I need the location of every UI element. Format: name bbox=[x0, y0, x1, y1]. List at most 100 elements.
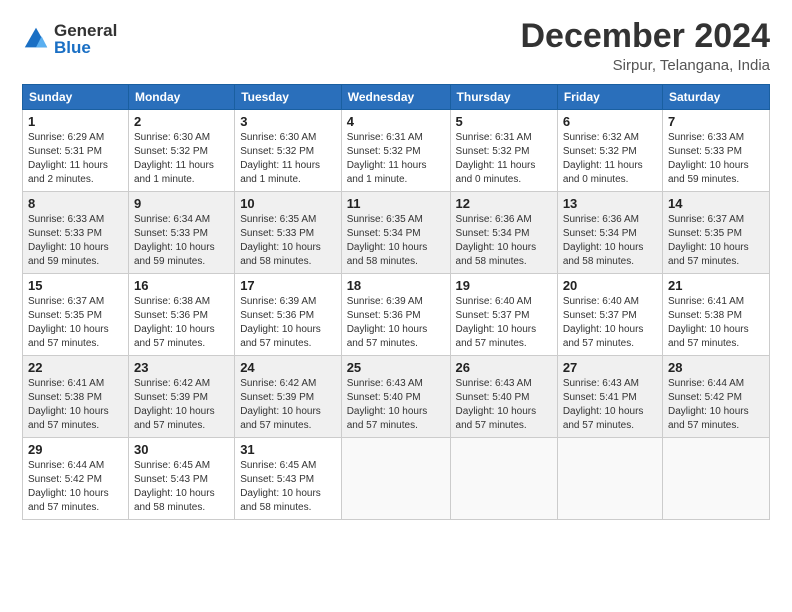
day-cell: 2 Sunrise: 6:30 AMSunset: 5:32 PMDaylight… bbox=[128, 110, 234, 192]
day-info: Sunrise: 6:43 AMSunset: 5:40 PMDaylight:… bbox=[456, 377, 552, 433]
day-info: Sunrise: 6:31 AMSunset: 5:32 PMDaylight:… bbox=[456, 131, 552, 187]
day-number: 13 bbox=[563, 196, 657, 211]
logo-icon bbox=[22, 25, 50, 53]
col-monday: Monday bbox=[128, 85, 234, 110]
logo-general: General bbox=[54, 22, 117, 39]
day-info: Sunrise: 6:40 AMSunset: 5:37 PMDaylight:… bbox=[563, 295, 657, 351]
day-cell: 7 Sunrise: 6:33 AMSunset: 5:33 PMDaylight… bbox=[662, 110, 769, 192]
day-cell: 1 Sunrise: 6:29 AMSunset: 5:31 PMDaylight… bbox=[23, 110, 129, 192]
day-cell: 31Sunrise: 6:45 AMSunset: 5:43 PMDayligh… bbox=[235, 438, 342, 520]
day-info: Sunrise: 6:42 AMSunset: 5:39 PMDaylight:… bbox=[240, 377, 336, 433]
day-info: Sunrise: 6:33 AMSunset: 5:33 PMDaylight:… bbox=[668, 131, 764, 187]
col-friday: Friday bbox=[557, 85, 662, 110]
col-tuesday: Tuesday bbox=[235, 85, 342, 110]
day-number: 1 bbox=[28, 114, 123, 129]
week-row-1: 1 Sunrise: 6:29 AMSunset: 5:31 PMDaylight… bbox=[23, 110, 770, 192]
day-cell: 25 Sunrise: 6:43 AMSunset: 5:40 PMDayligh… bbox=[341, 356, 450, 438]
day-cell: 26Sunrise: 6:43 AMSunset: 5:40 PMDayligh… bbox=[450, 356, 557, 438]
day-info: Sunrise: 6:30 AMSunset: 5:32 PMDaylight:… bbox=[134, 131, 229, 187]
day-info: Sunrise: 6:44 AMSunset: 5:42 PMDaylight:… bbox=[28, 459, 123, 515]
day-number: 15 bbox=[28, 278, 123, 293]
day-info: Sunrise: 6:40 AMSunset: 5:37 PMDaylight:… bbox=[456, 295, 552, 351]
day-cell: 12 Sunrise: 6:36 AMSunset: 5:34 PMDayligh… bbox=[450, 192, 557, 274]
day-info: Sunrise: 6:33 AMSunset: 5:33 PMDaylight:… bbox=[28, 213, 123, 269]
day-info: Sunrise: 6:43 AMSunset: 5:41 PMDaylight:… bbox=[563, 377, 657, 433]
logo-blue: Blue bbox=[54, 39, 117, 56]
week-row-5: 29Sunrise: 6:44 AMSunset: 5:42 PMDayligh… bbox=[23, 438, 770, 520]
day-info: Sunrise: 6:39 AMSunset: 5:36 PMDaylight:… bbox=[347, 295, 445, 351]
header: General Blue December 2024 Sirpur, Telan… bbox=[22, 18, 770, 74]
day-cell: 29Sunrise: 6:44 AMSunset: 5:42 PMDayligh… bbox=[23, 438, 129, 520]
header-row: Sunday Monday Tuesday Wednesday Thursday… bbox=[23, 85, 770, 110]
day-cell bbox=[341, 438, 450, 520]
day-cell: 23Sunrise: 6:42 AMSunset: 5:39 PMDayligh… bbox=[128, 356, 234, 438]
day-cell: 30 Sunrise: 6:45 AMSunset: 5:43 PMDayligh… bbox=[128, 438, 234, 520]
day-info: Sunrise: 6:30 AMSunset: 5:32 PMDaylight:… bbox=[240, 131, 336, 187]
day-cell: 13 Sunrise: 6:36 AMSunset: 5:34 PMDayligh… bbox=[557, 192, 662, 274]
day-number: 21 bbox=[668, 278, 764, 293]
day-number: 4 bbox=[347, 114, 445, 129]
page: General Blue December 2024 Sirpur, Telan… bbox=[0, 0, 792, 612]
day-info: Sunrise: 6:45 AMSunset: 5:43 PMDaylight:… bbox=[240, 459, 336, 515]
day-info: Sunrise: 6:38 AMSunset: 5:36 PMDaylight:… bbox=[134, 295, 229, 351]
day-number: 14 bbox=[668, 196, 764, 211]
day-number: 9 bbox=[134, 196, 229, 211]
day-cell: 5Sunrise: 6:31 AMSunset: 5:32 PMDaylight… bbox=[450, 110, 557, 192]
day-info: Sunrise: 6:45 AMSunset: 5:43 PMDaylight:… bbox=[134, 459, 229, 515]
day-info: Sunrise: 6:34 AMSunset: 5:33 PMDaylight:… bbox=[134, 213, 229, 269]
day-number: 8 bbox=[28, 196, 123, 211]
day-number: 12 bbox=[456, 196, 552, 211]
day-number: 22 bbox=[28, 360, 123, 375]
day-info: Sunrise: 6:36 AMSunset: 5:34 PMDaylight:… bbox=[456, 213, 552, 269]
day-info: Sunrise: 6:29 AMSunset: 5:31 PMDaylight:… bbox=[28, 131, 123, 187]
day-info: Sunrise: 6:35 AMSunset: 5:34 PMDaylight:… bbox=[347, 213, 445, 269]
day-info: Sunrise: 6:32 AMSunset: 5:32 PMDaylight:… bbox=[563, 131, 657, 187]
day-number: 2 bbox=[134, 114, 229, 129]
day-number: 7 bbox=[668, 114, 764, 129]
day-number: 10 bbox=[240, 196, 336, 211]
day-cell: 9 Sunrise: 6:34 AMSunset: 5:33 PMDaylight… bbox=[128, 192, 234, 274]
week-row-3: 15 Sunrise: 6:37 AMSunset: 5:35 PMDayligh… bbox=[23, 274, 770, 356]
col-wednesday: Wednesday bbox=[341, 85, 450, 110]
day-cell: 3 Sunrise: 6:30 AMSunset: 5:32 PMDaylight… bbox=[235, 110, 342, 192]
day-cell: 19Sunrise: 6:40 AMSunset: 5:37 PMDayligh… bbox=[450, 274, 557, 356]
day-number: 3 bbox=[240, 114, 336, 129]
day-cell: 28Sunrise: 6:44 AMSunset: 5:42 PMDayligh… bbox=[662, 356, 769, 438]
day-cell: 27 Sunrise: 6:43 AMSunset: 5:41 PMDayligh… bbox=[557, 356, 662, 438]
day-cell: 20Sunrise: 6:40 AMSunset: 5:37 PMDayligh… bbox=[557, 274, 662, 356]
logo-text: General Blue bbox=[54, 22, 117, 56]
day-number: 27 bbox=[563, 360, 657, 375]
day-cell: 24 Sunrise: 6:42 AMSunset: 5:39 PMDayligh… bbox=[235, 356, 342, 438]
day-number: 23 bbox=[134, 360, 229, 375]
day-number: 16 bbox=[134, 278, 229, 293]
day-number: 24 bbox=[240, 360, 336, 375]
day-number: 17 bbox=[240, 278, 336, 293]
day-number: 6 bbox=[563, 114, 657, 129]
day-cell: 11 Sunrise: 6:35 AMSunset: 5:34 PMDayligh… bbox=[341, 192, 450, 274]
day-cell: 18Sunrise: 6:39 AMSunset: 5:36 PMDayligh… bbox=[341, 274, 450, 356]
day-cell bbox=[662, 438, 769, 520]
day-info: Sunrise: 6:39 AMSunset: 5:36 PMDaylight:… bbox=[240, 295, 336, 351]
month-title: December 2024 bbox=[520, 18, 770, 55]
day-cell bbox=[557, 438, 662, 520]
day-cell: 8 Sunrise: 6:33 AMSunset: 5:33 PMDaylight… bbox=[23, 192, 129, 274]
day-info: Sunrise: 6:43 AMSunset: 5:40 PMDaylight:… bbox=[347, 377, 445, 433]
day-info: Sunrise: 6:37 AMSunset: 5:35 PMDaylight:… bbox=[668, 213, 764, 269]
day-cell: 16 Sunrise: 6:38 AMSunset: 5:36 PMDayligh… bbox=[128, 274, 234, 356]
day-number: 11 bbox=[347, 196, 445, 211]
col-saturday: Saturday bbox=[662, 85, 769, 110]
day-info: Sunrise: 6:37 AMSunset: 5:35 PMDaylight:… bbox=[28, 295, 123, 351]
day-cell bbox=[450, 438, 557, 520]
day-cell: 10Sunrise: 6:35 AMSunset: 5:33 PMDayligh… bbox=[235, 192, 342, 274]
col-sunday: Sunday bbox=[23, 85, 129, 110]
day-number: 25 bbox=[347, 360, 445, 375]
logo: General Blue bbox=[22, 22, 117, 56]
day-cell: 21Sunrise: 6:41 AMSunset: 5:38 PMDayligh… bbox=[662, 274, 769, 356]
day-cell: 15 Sunrise: 6:37 AMSunset: 5:35 PMDayligh… bbox=[23, 274, 129, 356]
day-info: Sunrise: 6:36 AMSunset: 5:34 PMDaylight:… bbox=[563, 213, 657, 269]
week-row-2: 8 Sunrise: 6:33 AMSunset: 5:33 PMDaylight… bbox=[23, 192, 770, 274]
week-row-4: 22 Sunrise: 6:41 AMSunset: 5:38 PMDayligh… bbox=[23, 356, 770, 438]
day-info: Sunrise: 6:41 AMSunset: 5:38 PMDaylight:… bbox=[28, 377, 123, 433]
day-info: Sunrise: 6:44 AMSunset: 5:42 PMDaylight:… bbox=[668, 377, 764, 433]
day-number: 30 bbox=[134, 442, 229, 457]
